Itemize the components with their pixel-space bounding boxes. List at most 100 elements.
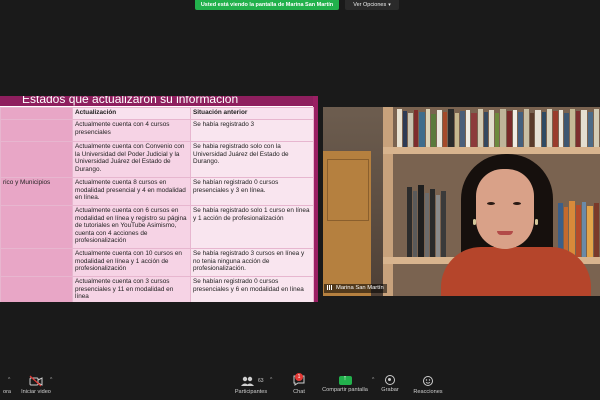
record-icon — [385, 375, 395, 385]
table-cell: Actualmente cuenta con 6 cursos en modal… — [72, 205, 191, 249]
chat-button[interactable]: 1 Chat — [288, 373, 310, 395]
book — [407, 187, 412, 257]
participants-count: 63 — [258, 378, 264, 384]
book — [581, 110, 587, 147]
participants-button[interactable]: Participantes — [232, 375, 270, 395]
book — [559, 110, 563, 147]
chevron-up-icon[interactable]: ^ — [8, 377, 10, 383]
book — [594, 109, 599, 147]
table-cell: Actualmente cuenta 8 cursos en modalidad… — [72, 177, 191, 206]
table-cell: Se había registrado solo 1 curso en líne… — [190, 205, 314, 249]
book — [570, 109, 575, 147]
chevron-up-icon[interactable]: ^ — [50, 377, 52, 383]
partial-toolbar-label: ora — [2, 389, 12, 395]
book — [513, 110, 517, 147]
table-cell — [0, 248, 73, 277]
book — [471, 113, 477, 147]
book — [426, 109, 430, 147]
table-cell: Se habían registrado 0 cursos presencial… — [190, 177, 314, 206]
table-cell: Actualmente cuenta con 3 cursos presenci… — [72, 276, 191, 302]
chevron-up-icon[interactable]: ^ — [372, 377, 374, 383]
book — [518, 112, 523, 147]
partial-icon — [0, 375, 14, 387]
table-header-cell — [0, 107, 73, 120]
table-cell: Se había registrado 3 — [190, 119, 314, 142]
record-label: Grabar — [381, 387, 399, 393]
book — [419, 112, 425, 147]
participant-sweater — [441, 247, 591, 296]
book — [448, 109, 454, 147]
book — [564, 113, 569, 147]
book — [403, 111, 407, 147]
table-cell: rico y Municipios — [0, 177, 73, 206]
participant-video[interactable] — [323, 107, 600, 296]
book — [530, 113, 534, 147]
book — [443, 112, 447, 147]
share-screen-icon — [338, 375, 352, 385]
book — [576, 205, 581, 257]
participant-mouth — [497, 231, 513, 235]
book — [495, 113, 499, 147]
table-header-cell: Actualización — [72, 107, 191, 120]
book — [441, 191, 446, 257]
table-cell: Actualmente cuenta con Convenio con la U… — [72, 141, 191, 178]
book — [587, 206, 593, 257]
meeting-toolbar: ora ^ Iniciar video ^ Participantes 63 ^… — [0, 372, 600, 400]
book — [524, 109, 529, 147]
view-options-button[interactable]: Ver Opciones ▾ — [345, 0, 399, 10]
top-bar: Usted está viendo la pantalla de Marina … — [0, 0, 600, 11]
table-cell: Se había registrado 3 cursos en línea y … — [190, 248, 314, 277]
signal-strength-icon — [327, 285, 333, 290]
chat-label: Chat — [293, 389, 305, 395]
shared-screen: Estados que actualizaron su información … — [0, 96, 318, 302]
book — [594, 203, 599, 257]
table-cell: Actualmente cuenta con 10 cursos en moda… — [72, 248, 191, 277]
book — [553, 111, 558, 147]
states-table: Actualización Situación anterior Actualm… — [0, 107, 314, 302]
book — [484, 112, 488, 147]
book — [397, 109, 402, 147]
chevron-up-icon[interactable]: ^ — [270, 377, 272, 383]
book — [431, 114, 436, 147]
book — [588, 112, 593, 147]
start-video-button[interactable]: Iniciar video — [18, 375, 54, 395]
book — [408, 113, 413, 147]
book — [425, 193, 429, 257]
participant-eye — [513, 202, 521, 205]
chevron-down-icon: ▾ — [388, 2, 391, 8]
book — [436, 195, 440, 257]
participant-name-tag: Marina San Martín — [324, 284, 387, 293]
table-row: Actualmente cuenta con 3 cursos presenci… — [0, 276, 314, 302]
record-button[interactable]: Grabar — [378, 375, 402, 393]
book — [455, 113, 459, 147]
table-header-row: Actualización Situación anterior — [0, 107, 314, 120]
book — [507, 111, 512, 147]
table-row: Actualmente cuenta con 6 cursos en modal… — [0, 205, 314, 249]
participant-eye — [487, 202, 495, 205]
chat-icon-wrap: 1 — [288, 373, 310, 387]
participants-label: Participantes — [234, 389, 268, 395]
slide-header: Estados que actualizaron su información — [0, 96, 318, 106]
sharing-indicator[interactable]: Usted está viendo la pantalla de Marina … — [195, 0, 339, 10]
partial-toolbar-button[interactable]: ora — [0, 375, 14, 395]
shelf-board — [383, 147, 600, 154]
table-cell: Se habían registrado 0 cursos presencial… — [190, 276, 314, 302]
share-screen-button[interactable]: Compartir pantalla — [320, 375, 370, 393]
share-screen-label: Compartir pantalla — [322, 387, 368, 393]
table-cell — [0, 276, 73, 302]
table-cell: Actualmente cuenta con 4 cursos presenci… — [72, 119, 191, 142]
earring — [473, 219, 476, 225]
cabinet — [323, 151, 371, 296]
book — [414, 110, 418, 147]
smiley-icon — [423, 376, 433, 386]
book — [535, 110, 541, 147]
earring — [535, 219, 538, 225]
video-off-icon — [29, 375, 43, 387]
table-row: Actualmente cuenta con Convenio con la U… — [0, 141, 314, 178]
table-row: Actualmente cuenta con 4 cursos presenci… — [0, 119, 314, 142]
participant-name: Marina San Martín — [336, 285, 384, 291]
table-cell — [0, 141, 73, 178]
book — [478, 109, 483, 147]
reactions-button[interactable]: Reacciones — [412, 375, 444, 395]
table-row: rico y Municipios Actualmente cuenta 8 c… — [0, 177, 314, 206]
